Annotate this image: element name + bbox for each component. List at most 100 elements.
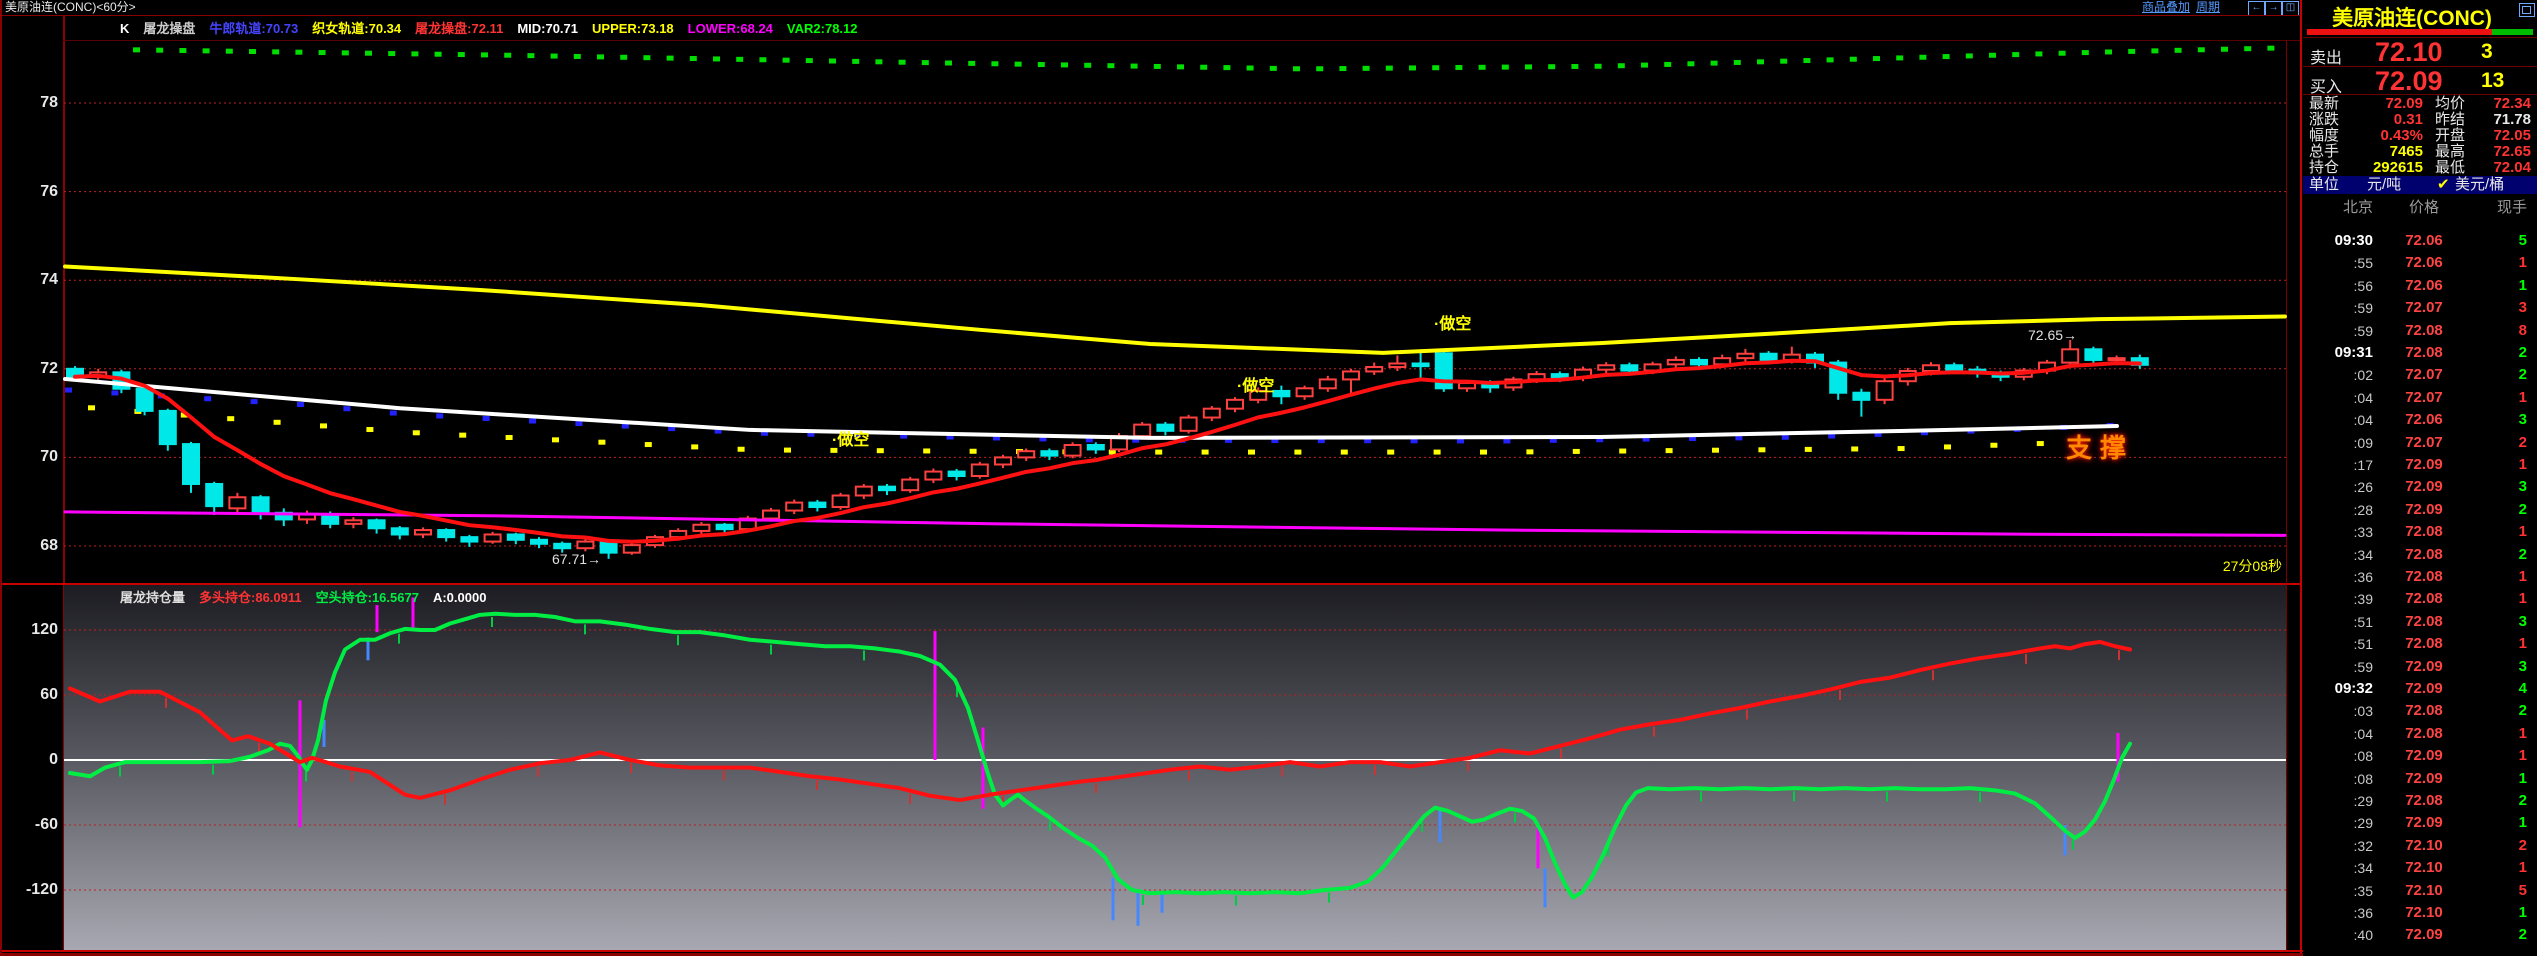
tick-time: :34 [2353,546,2373,563]
tick-time: :17 [2353,457,2373,473]
indicator-value: A:0.0000 [432,590,487,605]
y-axis-label: -60 [34,815,58,833]
tick-price: 72.07 [2405,388,2443,406]
tick-lots: 1 [2518,814,2527,832]
tick-price: 72.08 [2405,568,2443,585]
tick-lots: 2 [2518,500,2527,518]
tick-row: :59 72.09 3 [2303,656,2537,678]
tick-price: 72.08 [2405,724,2443,742]
tick-row: :39 72.08 1 [2303,588,2537,610]
tick-lots: 4 [2518,680,2527,697]
y-axis-label: 70 [40,448,58,466]
tick-lots: 2 [2518,545,2527,563]
price-marker-label: 72.65→ [2028,327,2078,343]
stat-label: 开盘 [2435,127,2466,144]
tick-row: :04 72.06 3 [2303,409,2537,431]
tick-row: :36 72.08 1 [2303,566,2537,588]
tick-lots: 2 [2518,344,2527,361]
stat-value: 7465 [2389,143,2423,160]
stat-value: 0.43% [2380,127,2423,144]
tick-lots: 8 [2518,321,2527,339]
tick-time: :09 [2353,434,2373,451]
buy-sell-ratio-bar [2307,29,2533,35]
stat-value: 72.34 [2493,95,2531,112]
tick-time: :08 [2353,770,2373,787]
stat-label: 最低 [2435,159,2466,176]
tick-lots: 2 [2518,792,2527,809]
tick-lots: 3 [2518,657,2527,675]
buy-row: 买入 72.09 13 [2303,66,2537,96]
tick-lots: 2 [2518,702,2527,720]
tick-row: :08 72.09 1 [2303,768,2537,790]
tick-price: 72.08 [2405,344,2443,361]
check-icon: ✔ [2437,176,2450,193]
tick-lots: 3 [2518,411,2527,429]
tick-time: :04 [2353,389,2373,406]
tick-price: 72.08 [2405,635,2443,653]
indicator-value: VAR2:78.12 [786,21,858,36]
tick-lots: 2 [2518,366,2527,384]
sell-qty: 3 [2481,40,2493,63]
tick-price: 72.06 [2405,276,2443,294]
tick-lots: 1 [2518,590,2527,608]
tick-time: :55 [2353,255,2373,272]
tick-time: :51 [2353,613,2373,630]
tick-price: 72.06 [2405,254,2443,272]
tick-time: :08 [2353,748,2373,765]
tick-lots: 5 [2518,881,2527,899]
tick-time: :39 [2353,591,2373,608]
tick-row: :08 72.09 1 [2303,745,2537,767]
tick-row: :33 72.08 1 [2303,521,2537,543]
tick-time: :35 [2353,882,2373,899]
tick-row: :32 72.10 2 [2303,835,2537,857]
tick-lots: 2 [2518,433,2527,451]
tick-price: 72.09 [2405,478,2443,496]
tick-price: 72.09 [2405,926,2443,944]
tick-time: :04 [2353,725,2373,742]
stat-label: 持仓 [2309,159,2340,176]
tick-row: :40 72.09 2 [2303,924,2537,946]
tick-lots: 1 [2518,254,2527,272]
y-axis-label: 72 [40,359,58,377]
indicator-value: 多头持仓:86.0911 [199,590,302,605]
tick-price: 72.08 [2405,792,2443,809]
chart-area[interactable] [0,0,2300,956]
tick-time: :04 [2353,412,2373,429]
tick-lots: 1 [2518,747,2527,765]
tick-row: :56 72.06 1 [2303,275,2537,297]
indicator-value: UPPER:73.18 [592,21,674,36]
tick-row: :29 72.08 2 [2303,790,2537,812]
tick-price: 72.09 [2405,680,2443,697]
tick-row: 09:32 72.09 4 [2303,678,2537,700]
y-axis-label: -120 [25,880,58,898]
stat-value: 71.78 [2493,111,2531,128]
tick-price: 72.10 [2405,881,2443,899]
stat-value: 72.09 [2385,95,2423,112]
tick-row: 09:31 72.08 2 [2303,342,2537,364]
stat-label: 最新 [2309,95,2340,112]
tick-time: :51 [2353,636,2373,653]
tick-row: :04 72.08 1 [2303,723,2537,745]
col-time: 北京 [2342,199,2373,216]
restore-window-icon[interactable] [2519,3,2535,17]
indicator-value: 织女轨道:70.34 [312,21,402,36]
indicator-value: LOWER:68.24 [687,21,773,36]
unit-usd-option[interactable]: 美元/桶 [2455,176,2537,194]
tick-lots: 3 [2518,478,2527,496]
tick-row: :51 72.08 1 [2303,633,2537,655]
y-axis-label: 74 [40,271,58,289]
y-axis-label: 68 [40,537,58,554]
tick-time: :33 [2353,524,2373,541]
tick-price: 72.08 [2405,612,2443,630]
buy-qty: 13 [2481,69,2505,92]
unit-cny-option[interactable]: 元/吨 [2367,176,2437,194]
indicator-value: MID:70.71 [517,21,579,36]
tick-price: 72.10 [2405,859,2443,877]
tick-row: :03 72.08 2 [2303,700,2537,722]
tick-price: 72.09 [2405,747,2443,765]
tick-row: 09:30 72.06 5 [2303,230,2537,252]
bar-countdown-label: 27分08秒 [2222,558,2282,574]
tick-row: :59 72.07 3 [2303,297,2537,319]
tick-price: 72.10 [2405,836,2443,854]
tick-row: :04 72.07 1 [2303,387,2537,409]
